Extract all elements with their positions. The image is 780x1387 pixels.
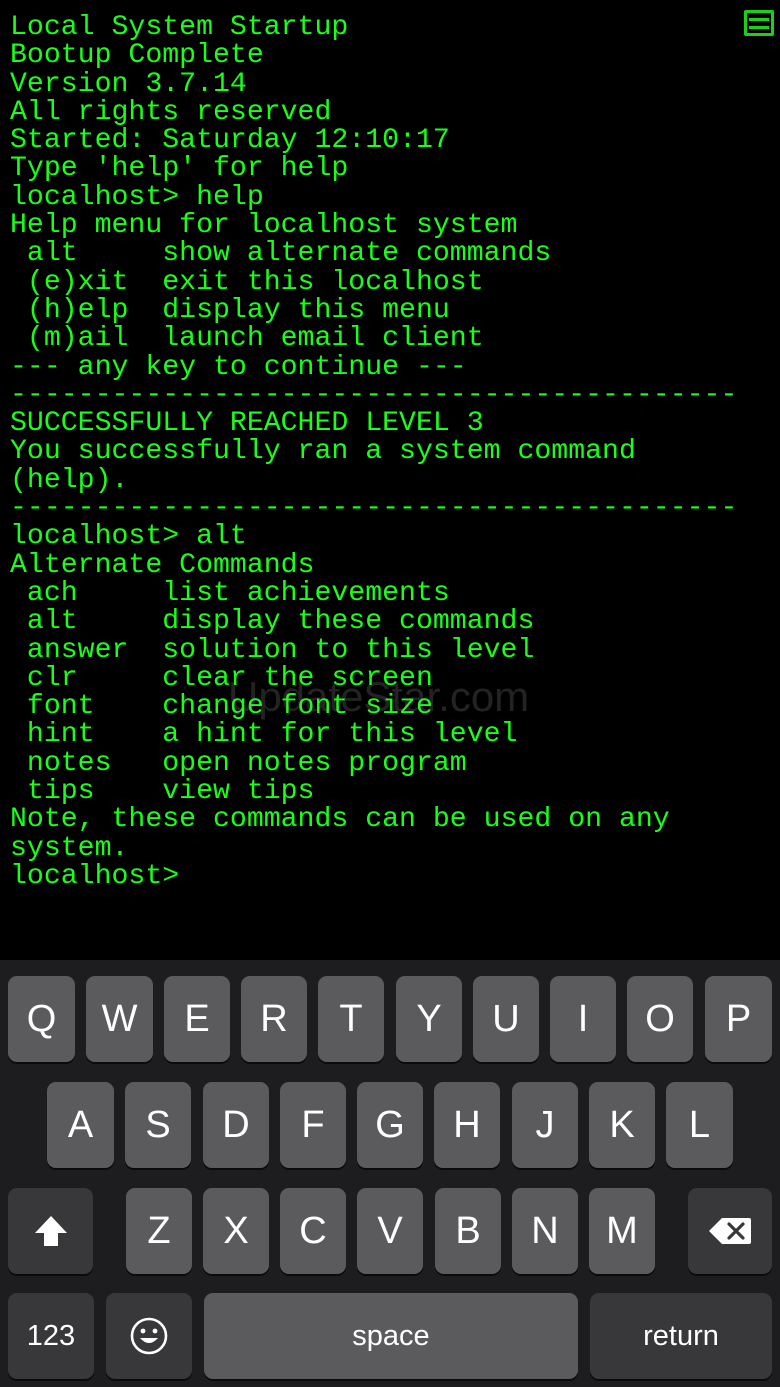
key-n[interactable]: N xyxy=(512,1188,578,1274)
terminal-line: Help menu for localhost system xyxy=(10,210,518,242)
terminal-line: alt show alternate commands xyxy=(10,238,552,270)
key-w[interactable]: W xyxy=(86,976,153,1062)
key-q[interactable]: Q xyxy=(8,976,75,1062)
terminal-line: Bootup Complete xyxy=(10,40,264,72)
terminal-line: Alternate Commands xyxy=(10,549,315,581)
terminal-line: Type 'help' for help xyxy=(10,153,349,185)
key-k[interactable]: K xyxy=(589,1082,655,1168)
key-a[interactable]: A xyxy=(47,1082,114,1168)
terminal-line: localhost> xyxy=(10,860,180,892)
terminal-line: You successfully ran a system command xyxy=(10,436,636,468)
key-p[interactable]: P xyxy=(705,976,772,1062)
return-key[interactable]: return xyxy=(590,1293,772,1379)
key-t[interactable]: T xyxy=(318,976,384,1062)
key-v[interactable]: V xyxy=(357,1188,423,1274)
terminal-line: (e)xit exit this localhost xyxy=(10,266,484,298)
key-u[interactable]: U xyxy=(473,976,539,1062)
key-x[interactable]: X xyxy=(203,1188,269,1274)
key-j[interactable]: J xyxy=(512,1082,578,1168)
shift-key[interactable] xyxy=(8,1188,93,1274)
numbers-key[interactable]: 123 xyxy=(8,1293,94,1379)
key-m[interactable]: M xyxy=(589,1188,655,1274)
hamburger-menu-icon[interactable] xyxy=(744,10,774,36)
terminal-line: ----------------------------------------… xyxy=(10,379,738,411)
key-h[interactable]: H xyxy=(434,1082,500,1168)
terminal-line: Started: Saturday 12:10:17 xyxy=(10,125,450,157)
terminal-line: answer solution to this level xyxy=(10,634,535,666)
terminal-line: alt display these commands xyxy=(10,606,535,638)
emoji-smiley-icon xyxy=(130,1317,168,1355)
backspace-icon xyxy=(709,1218,751,1244)
terminal-line: localhost> alt xyxy=(10,521,247,553)
terminal-output[interactable]: Local System Startup Bootup Complete Versi… xyxy=(10,14,770,954)
terminal-line: ach list achievements xyxy=(10,577,450,609)
key-b[interactable]: B xyxy=(435,1188,501,1274)
terminal-line: notes open notes program xyxy=(10,747,467,779)
shift-arrow-icon xyxy=(34,1216,67,1246)
key-s[interactable]: S xyxy=(125,1082,191,1168)
terminal-line: hint a hint for this level xyxy=(10,719,518,751)
terminal-line: system. xyxy=(10,832,129,864)
space-bar[interactable]: space xyxy=(204,1293,578,1379)
key-f[interactable]: F xyxy=(280,1082,346,1168)
backspace-key[interactable] xyxy=(688,1188,772,1274)
key-z[interactable]: Z xyxy=(126,1188,192,1274)
key-d[interactable]: D xyxy=(203,1082,269,1168)
emoji-key[interactable] xyxy=(106,1293,192,1379)
key-r[interactable]: R xyxy=(241,976,307,1062)
terminal-line: (h)elp display this menu xyxy=(10,294,450,326)
key-e[interactable]: E xyxy=(164,976,230,1062)
terminal-line: localhost> help xyxy=(10,181,264,213)
terminal-line: --- any key to continue --- xyxy=(10,351,467,383)
key-y[interactable]: Y xyxy=(396,976,462,1062)
terminal-line: font change font size xyxy=(10,691,433,723)
terminal-line: clr clear the screen xyxy=(10,662,433,694)
key-i[interactable]: I xyxy=(550,976,616,1062)
terminal-line: Local System Startup xyxy=(10,14,349,43)
key-o[interactable]: O xyxy=(627,976,693,1062)
key-l[interactable]: L xyxy=(666,1082,733,1168)
terminal-line: All rights reserved xyxy=(10,96,332,128)
terminal-line: SUCCESSFULLY REACHED LEVEL 3 xyxy=(10,408,484,440)
terminal-line: (m)ail launch email client xyxy=(10,323,484,355)
terminal-line: Note, these commands can be used on any xyxy=(10,804,670,836)
key-c[interactable]: C xyxy=(280,1188,346,1274)
key-g[interactable]: G xyxy=(357,1082,423,1168)
terminal-line: ----------------------------------------… xyxy=(10,493,738,525)
terminal-line: (help). xyxy=(10,464,129,496)
terminal-line: tips view tips xyxy=(10,776,315,808)
terminal-line: Version 3.7.14 xyxy=(10,68,247,100)
onscreen-keyboard: Q W E R T Y U I O P A S D F G H J K L Z … xyxy=(0,960,780,1387)
